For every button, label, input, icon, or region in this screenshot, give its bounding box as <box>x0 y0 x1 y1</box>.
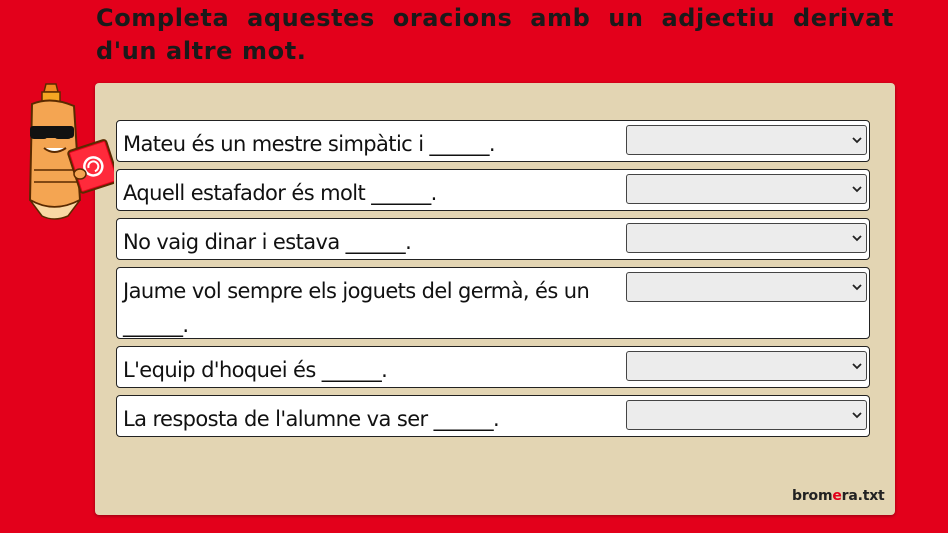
chevron-down-icon <box>852 186 862 193</box>
answer-dropdown[interactable] <box>626 351 867 381</box>
exercise-row: Jaume vol sempre els joguets del germà, … <box>116 267 870 339</box>
answer-dropdown[interactable] <box>626 400 867 430</box>
brand-suffix: ra.txt <box>841 488 885 504</box>
chevron-down-icon <box>852 284 862 291</box>
brand-accent: e <box>832 488 842 504</box>
instruction-title: Completa aquestes oracions amb un adject… <box>96 4 894 65</box>
brand-prefix: brom <box>792 488 833 504</box>
sentence-text: Jaume vol sempre els joguets del germà, … <box>123 279 590 337</box>
sentence-text: Aquell estafador és molt ______. <box>123 181 437 205</box>
chevron-down-icon <box>852 137 862 144</box>
sentence-text: Mateu és un mestre simpàtic i ______. <box>123 132 496 156</box>
exercise-row: La resposta de l'alumne va ser ______. <box>116 395 870 437</box>
answer-dropdown[interactable] <box>626 272 867 302</box>
sentence-text: L'equip d'hoquei és ______. <box>123 358 388 382</box>
chevron-down-icon <box>852 363 862 370</box>
pencil-mascot-icon <box>28 83 114 220</box>
sentence-text: No vaig dinar i estava ______. <box>123 230 412 254</box>
answer-dropdown[interactable] <box>626 223 867 253</box>
brand-logo: bromera.txt <box>792 488 885 504</box>
exercise-row: Mateu és un mestre simpàtic i ______. <box>116 120 870 162</box>
chevron-down-icon <box>852 235 862 242</box>
exercise-row: No vaig dinar i estava ______. <box>116 218 870 260</box>
chevron-down-icon <box>852 412 862 419</box>
exercise-row: L'equip d'hoquei és ______. <box>116 346 870 388</box>
answer-dropdown[interactable] <box>626 125 867 155</box>
sentence-text: La resposta de l'alumne va ser ______. <box>123 407 500 431</box>
answer-dropdown[interactable] <box>626 174 867 204</box>
exercise-row: Aquell estafador és molt ______. <box>116 169 870 211</box>
